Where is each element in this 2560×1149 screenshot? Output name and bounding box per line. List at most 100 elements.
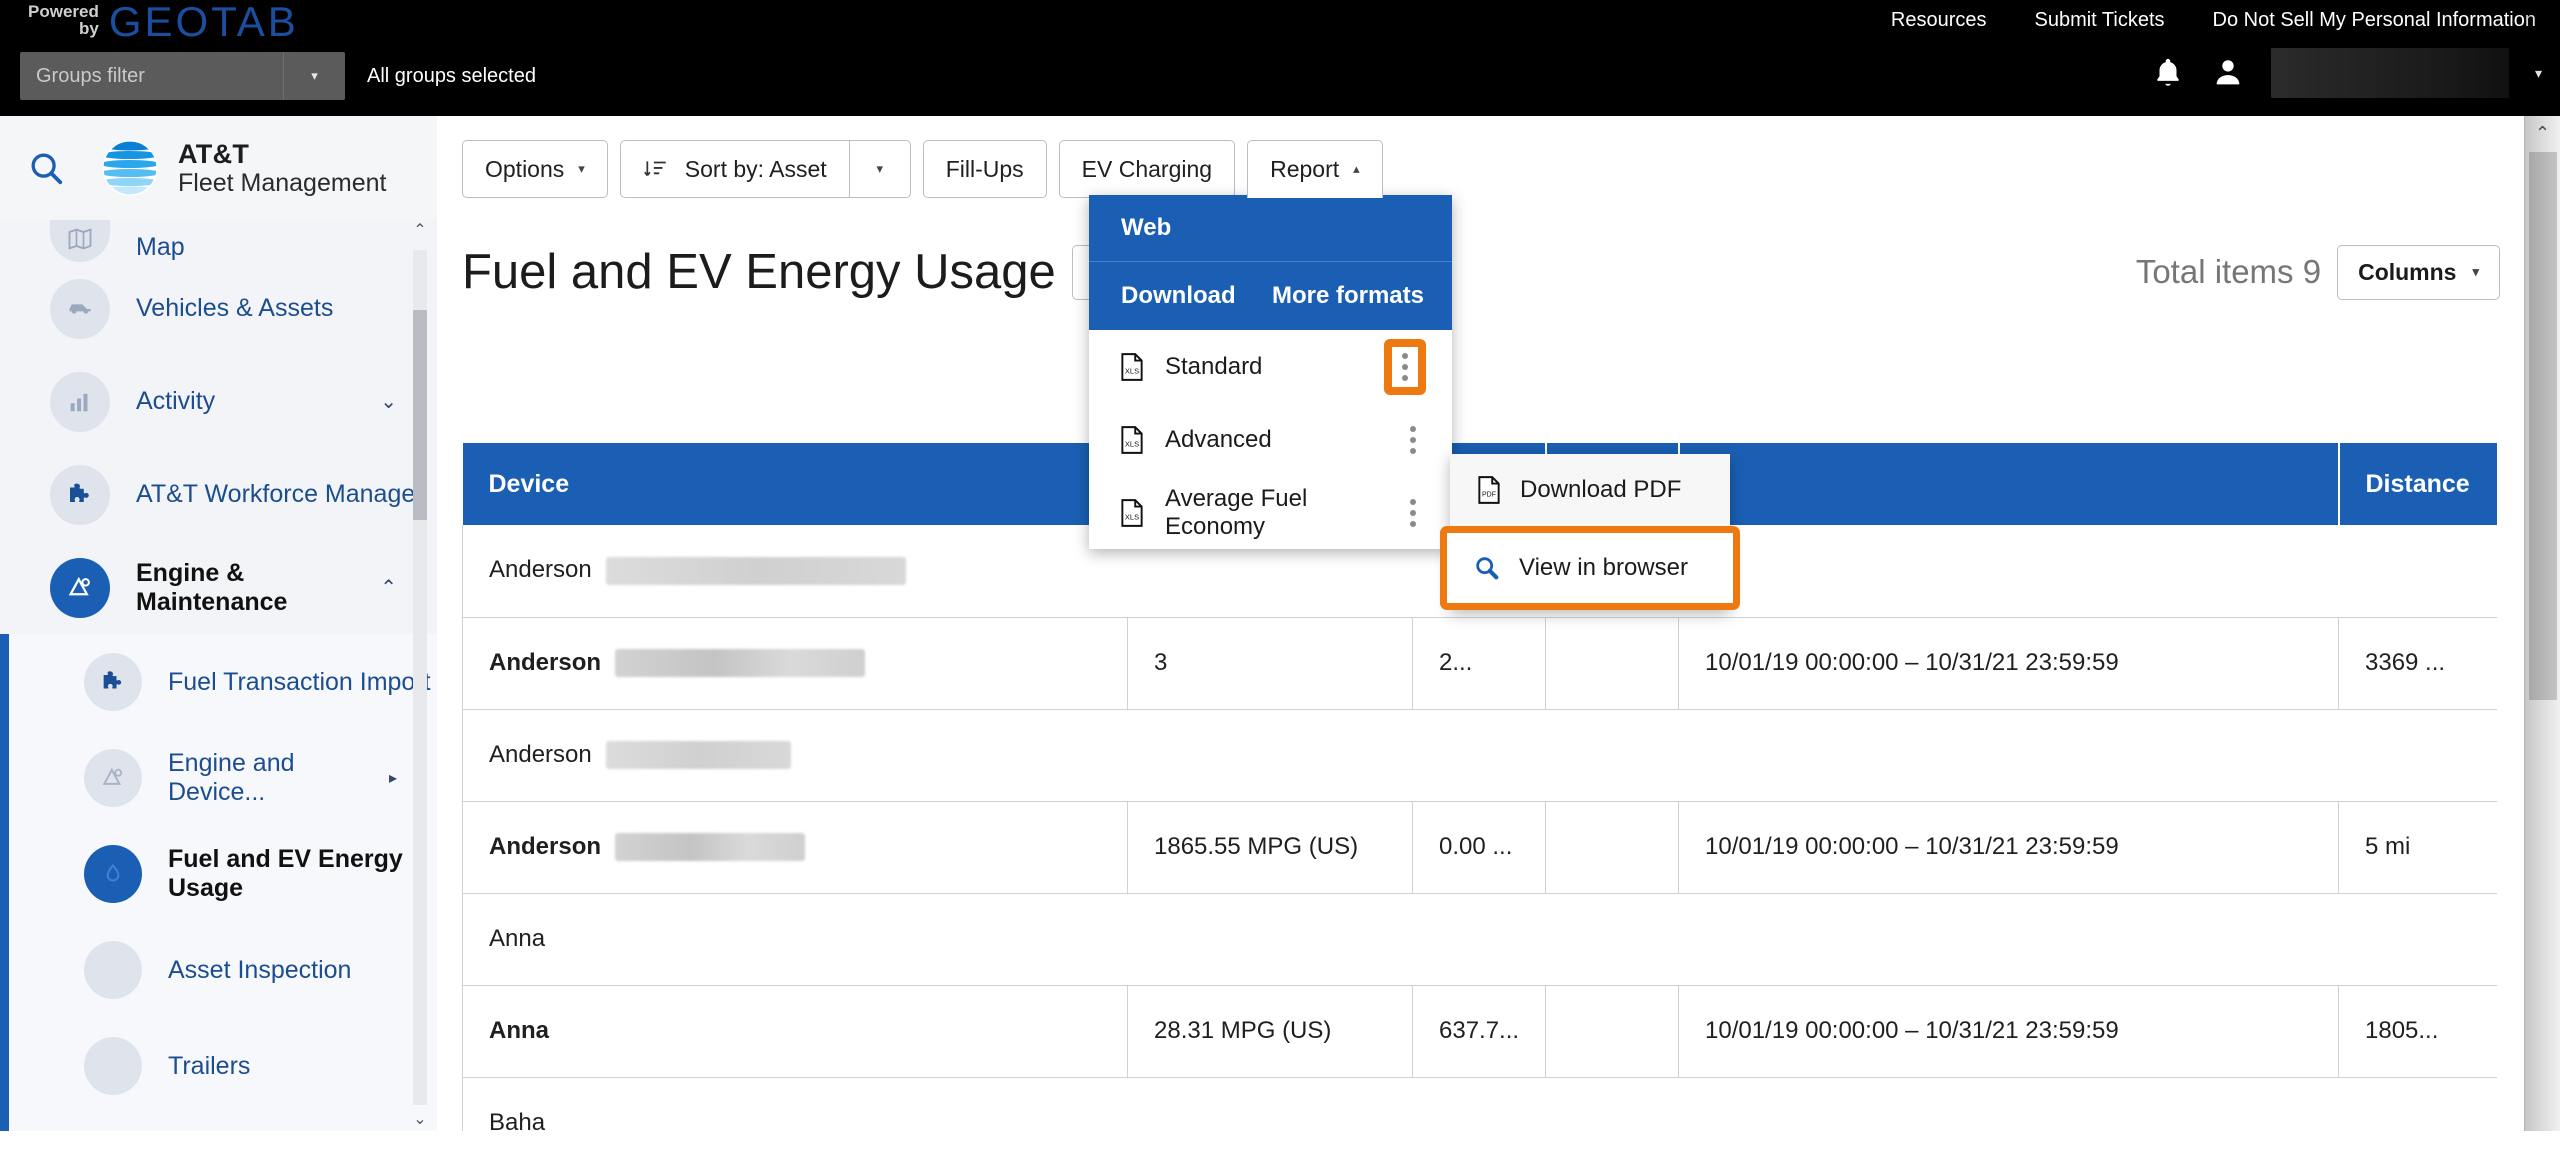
chevron-right-icon[interactable]: ▸ — [389, 768, 397, 788]
scroll-up-arrow-icon[interactable]: ⌃ — [413, 220, 426, 246]
main-content: Options ▾ Sort by: Asset ▾ Fill-Ups EV C… — [437, 116, 2560, 1149]
chevron-down-icon: ▾ — [578, 161, 585, 176]
brand-fleet-management: Fleet Management — [178, 169, 387, 198]
sidebar-subgroup-engine-maintenance: Fuel Transaction Import Engine and Devic… — [0, 634, 437, 1149]
redacted-text — [615, 833, 806, 862]
sort-by-button[interactable]: Sort by: Asset — [619, 140, 849, 198]
svg-text:XLS: XLS — [1125, 366, 1139, 375]
sidebar-scroll-thumb[interactable] — [413, 310, 427, 520]
report-button[interactable]: Report ▴ — [1247, 140, 1383, 198]
att-fleet-brand: AT&T Fleet Management — [100, 138, 386, 198]
sidebar-item-fuel-transaction-import[interactable]: Fuel Transaction Import — [9, 634, 437, 730]
page-title: Fuel and EV Energy Usage — [462, 245, 1056, 299]
blank-icon — [84, 941, 142, 999]
nav-resources[interactable]: Resources — [1891, 9, 1987, 32]
cell-device: Anderson — [462, 801, 1128, 894]
sidebar-item-engine-maintenance[interactable]: Engine & Maintenance ⌃ — [0, 541, 437, 634]
table-row[interactable]: Anderson 3 2... 10/01/19 00:00:00 – 10/3… — [462, 617, 2497, 710]
person-icon[interactable] — [2211, 55, 2245, 91]
sidebar-scrollbar[interactable]: ⌃ ⌄ — [409, 220, 431, 1135]
sidebar-item-engine-and-device[interactable]: Engine and Device... ▸ — [9, 730, 437, 826]
submenu-view-in-browser[interactable]: View in browser — [1440, 526, 1740, 610]
submenu-download-pdf[interactable]: PDF Download PDF — [1450, 454, 1730, 526]
ev-charging-button[interactable]: EV Charging — [1058, 140, 1236, 198]
kebab-icon[interactable] — [1392, 346, 1418, 387]
page-title-row: Fuel and EV Energy Usage Show Help Total… — [462, 244, 2500, 300]
powered-by-text: Powered by — [28, 3, 99, 42]
sidebar-item-map[interactable]: Map — [0, 216, 437, 262]
att-globe-icon — [100, 138, 160, 198]
bell-icon[interactable] — [2151, 55, 2185, 91]
cell-date-range: 10/01/19 00:00:00 – 10/31/21 23:59:59 — [1678, 985, 2339, 1078]
table-row[interactable]: Anderson 1865.55 MPG (US) 0.00 ... 10/01… — [462, 801, 2497, 894]
left-sidebar: AT&T Fleet Management Map Vehicles & Ass… — [0, 116, 437, 1149]
sidebar-item-trailers[interactable]: Trailers — [9, 1018, 437, 1114]
brand-text: AT&T Fleet Management — [178, 139, 386, 197]
columns-button[interactable]: Columns ▾ — [2337, 244, 2500, 300]
report-menu-web[interactable]: Web — [1089, 195, 1452, 262]
sidebar-item-label: Trailers — [168, 1051, 251, 1080]
all-groups-selected-label: All groups selected — [367, 64, 536, 87]
chevron-down-icon[interactable]: ▾ — [283, 52, 345, 100]
format-submenu: PDF Download PDF View in browser — [1440, 454, 1740, 610]
kebab-icon[interactable] — [1400, 420, 1426, 460]
redacted-text — [605, 557, 906, 586]
table-body: Anderson Anderson 3 2... 10/01/19 00:00:… — [462, 525, 2497, 1149]
svg-text:XLS: XLS — [1125, 439, 1139, 448]
chevron-down-icon[interactable]: ⌄ — [380, 389, 397, 414]
report-menu-item-standard[interactable]: XLS Standard — [1089, 330, 1452, 403]
column-header-device[interactable]: Device — [462, 443, 1129, 525]
search-icon[interactable] — [18, 149, 74, 187]
kebab-icon[interactable] — [1400, 493, 1426, 533]
groups-filter-row: Groups filter ▾ All groups selected — [20, 52, 536, 100]
title-right-controls: Total items 9 Columns ▾ — [2136, 244, 2500, 300]
sidebar-item-fuel-ev-energy-usage[interactable]: Fuel and EV Energy Usage — [9, 826, 437, 922]
bottom-strip — [0, 1131, 2560, 1149]
geotab-logo: Powered by GEOTAB — [28, 1, 299, 43]
cell-col4 — [1545, 985, 1679, 1078]
more-formats-link[interactable]: More formats — [1272, 282, 1424, 310]
sidebar-header: AT&T Fleet Management — [0, 116, 437, 220]
columns-label: Columns — [2358, 258, 2457, 285]
table-group-row[interactable]: Anna — [462, 893, 2497, 986]
sort-by-caret-button[interactable]: ▾ — [848, 140, 911, 198]
groups-filter-input[interactable]: Groups filter — [20, 65, 283, 88]
sidebar-nav-list: Map Vehicles & Assets Activity ⌄ AT&T Wo… — [0, 216, 437, 1149]
sidebar-item-workforce-manager[interactable]: AT&T Workforce Manager — [0, 448, 437, 541]
options-label: Options — [485, 155, 565, 182]
report-menu-item-average-fuel-economy[interactable]: XLS Average Fuel Economy — [1089, 476, 1452, 549]
sidebar-item-vehicles-assets[interactable]: Vehicles & Assets — [0, 262, 437, 355]
sort-by-label: Sort by: Asset — [684, 155, 827, 182]
nav-submit-tickets[interactable]: Submit Tickets — [2034, 9, 2164, 32]
sidebar-item-activity[interactable]: Activity ⌄ — [0, 355, 437, 448]
cell-distance: 5 mi — [2338, 801, 2497, 894]
report-menu-header: Download More formats — [1089, 262, 1452, 330]
chevron-up-icon: ▴ — [1353, 161, 1360, 176]
sidebar-item-label: Fuel Transaction Import — [168, 667, 431, 696]
table-row[interactable]: Anna 28.31 MPG (US) 637.7... 10/01/19 00… — [462, 985, 2497, 1078]
chevron-up-icon[interactable]: ⌃ — [380, 575, 397, 600]
top-right-icons: ▾ — [2151, 48, 2542, 98]
sidebar-item-asset-inspection[interactable]: Asset Inspection — [9, 922, 437, 1018]
vehicle-icon — [50, 278, 110, 339]
sidebar-item-label: Activity — [136, 387, 216, 415]
redacted-text — [605, 741, 791, 770]
redacted-text — [615, 649, 866, 678]
report-menu-item-advanced[interactable]: XLS Advanced — [1089, 403, 1452, 476]
groups-filter-control[interactable]: Groups filter ▾ — [20, 52, 345, 100]
sidebar-scroll-track[interactable] — [413, 250, 427, 1105]
fuel-drop-icon — [84, 845, 142, 903]
group-device-name: Anna — [489, 925, 546, 952]
column-header-date-range[interactable] — [1678, 443, 2340, 525]
activity-icon — [50, 371, 110, 432]
nav-do-not-sell[interactable]: Do Not Sell My Personal Information — [2213, 9, 2536, 32]
table-group-row[interactable]: Anderson — [462, 709, 2497, 802]
sort-descending-icon — [643, 156, 669, 182]
cell-col3: 2... — [1412, 617, 1546, 710]
report-menu-item-label: Standard — [1165, 352, 1263, 380]
cell-fuel-economy: 28.31 MPG (US) — [1127, 985, 1413, 1078]
fill-ups-button[interactable]: Fill-Ups — [922, 140, 1047, 198]
column-header-distance[interactable]: Distance — [2338, 443, 2497, 525]
magnifier-icon — [1473, 554, 1501, 582]
options-button[interactable]: Options ▾ — [462, 140, 608, 198]
